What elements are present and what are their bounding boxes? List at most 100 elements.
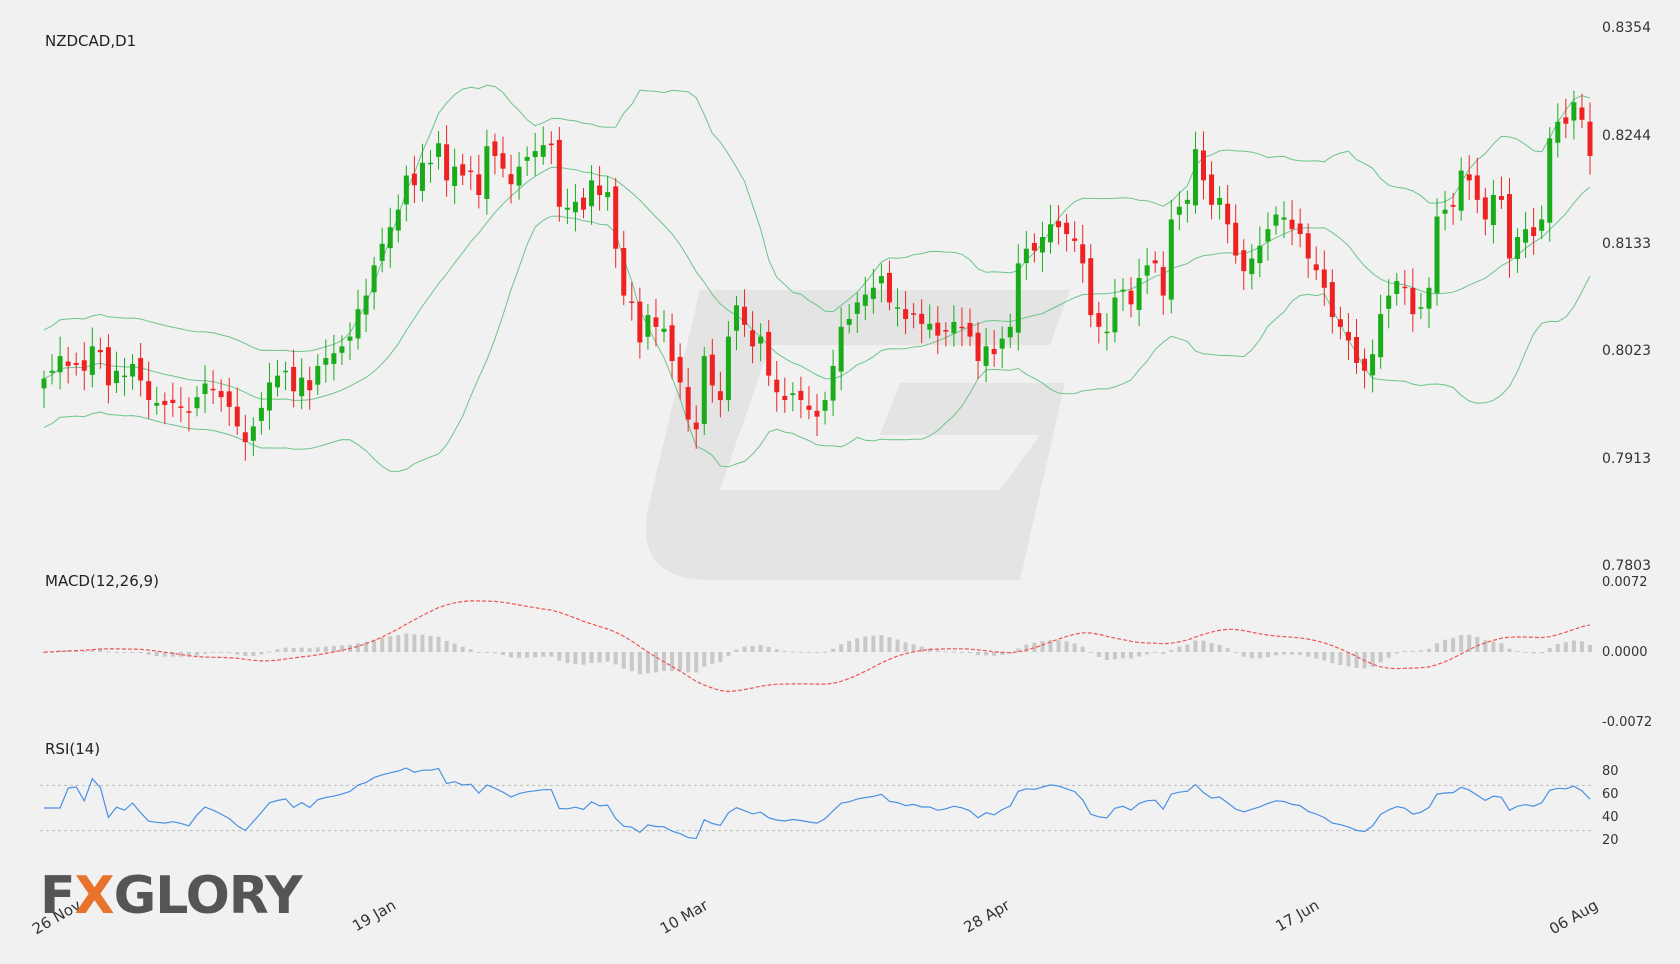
macd-histogram-bar	[1282, 652, 1287, 655]
candle-body	[758, 336, 764, 344]
candle-body	[637, 301, 643, 343]
price-tick-label: 0.8133	[1602, 236, 1651, 252]
macd-histogram-bar	[404, 633, 409, 652]
symbol-title: NZDCAD,D1	[45, 32, 137, 50]
macd-tick-label: 0.0072	[1602, 575, 1648, 590]
candle-body	[1329, 282, 1335, 318]
macd-histogram-bar	[436, 636, 441, 652]
candle-body	[162, 400, 168, 405]
macd-histogram-bar	[219, 652, 224, 653]
candle-body	[258, 407, 264, 421]
macd-histogram-bar	[597, 652, 602, 663]
candle-body	[1579, 107, 1585, 120]
candle-body	[468, 170, 474, 173]
candle-body	[1345, 331, 1351, 341]
macd-histogram-bar	[1265, 652, 1270, 658]
macd-histogram-bar	[468, 649, 473, 652]
macd-histogram-bar	[790, 651, 795, 653]
candle-body	[492, 141, 498, 156]
macd-histogram-bar	[444, 640, 449, 652]
candle-body	[291, 366, 297, 392]
candle-body	[1168, 219, 1174, 300]
candle-body	[411, 173, 417, 186]
candle-body	[709, 354, 715, 386]
candle-body	[1410, 287, 1416, 315]
candle-body	[395, 209, 401, 231]
macd-histogram-bar	[935, 650, 940, 652]
candle-body	[1023, 248, 1029, 264]
candle-body	[73, 362, 79, 365]
macd-histogram-bar	[251, 652, 256, 656]
candle-body	[1104, 331, 1110, 334]
candle-body	[983, 346, 989, 366]
candle-body	[170, 399, 176, 403]
logo-text: GLORY	[113, 866, 303, 926]
candle-body	[605, 192, 611, 198]
macd-histogram-bar	[1088, 652, 1093, 653]
macd-histogram-bar	[1563, 642, 1568, 652]
candle-body	[1378, 314, 1384, 358]
candle-body	[1176, 206, 1182, 215]
macd-histogram-bar	[106, 651, 111, 653]
macd-histogram-bar	[863, 636, 868, 652]
macd-histogram-bar	[380, 637, 385, 652]
candle-body	[1531, 227, 1537, 237]
macd-histogram-bar	[1129, 652, 1134, 659]
macd-histogram-bar	[517, 652, 522, 658]
candle-body	[1458, 170, 1464, 211]
candle-body	[210, 388, 216, 391]
candle-body	[146, 381, 152, 401]
macd-histogram-bar	[1483, 640, 1488, 652]
macd-histogram-bar	[1249, 652, 1254, 659]
macd-histogram-bar	[1209, 643, 1214, 652]
macd-histogram-bar	[1032, 642, 1037, 652]
macd-histogram-bar	[943, 651, 948, 653]
macd-histogram-bar	[653, 652, 658, 673]
candle-body	[331, 353, 337, 364]
candle-body	[597, 185, 603, 196]
price-tick-label: 0.7913	[1602, 451, 1651, 467]
macd-histogram-bar	[388, 636, 393, 652]
candle-body	[1088, 258, 1094, 316]
candle-body	[57, 356, 63, 373]
macd-histogram-bar	[259, 652, 264, 655]
macd-histogram-bar	[1394, 652, 1399, 654]
candle-body	[1007, 326, 1013, 338]
candle-body	[444, 144, 450, 181]
candle-body	[1112, 297, 1118, 333]
macd-histogram-bar	[831, 648, 836, 652]
macd-histogram-bar	[774, 649, 779, 652]
candle-body	[1321, 269, 1327, 288]
candle-body	[379, 243, 385, 261]
macd-histogram-bar	[307, 648, 312, 652]
macd-histogram-bar	[589, 652, 594, 663]
candle-body	[130, 363, 136, 377]
macd-histogram-bar	[1354, 652, 1359, 668]
candle-body	[1184, 199, 1190, 204]
candle-body	[1353, 336, 1359, 363]
candle-body	[1048, 224, 1054, 243]
rsi-tick-label: 60	[1602, 787, 1619, 802]
candle-body	[1394, 280, 1400, 294]
candle-body	[548, 143, 554, 146]
candle-body	[613, 186, 619, 249]
candle-body	[556, 139, 562, 207]
macd-histogram-bar	[227, 652, 232, 654]
candle-body	[967, 322, 973, 337]
macd-histogram-bar	[1072, 643, 1077, 652]
candle-body	[1281, 217, 1287, 220]
macd-histogram-bar	[1096, 652, 1101, 657]
candle-body	[1490, 195, 1496, 226]
candle-body	[1064, 222, 1070, 235]
macd-histogram-bar	[1330, 652, 1335, 664]
candle-body	[275, 375, 281, 388]
macd-histogram-bar	[1040, 641, 1045, 652]
candle-body	[798, 390, 804, 401]
macd-histogram-bar	[742, 646, 747, 652]
candle-body	[822, 400, 828, 411]
candle-body	[218, 391, 224, 398]
macd-histogram-bar	[815, 652, 819, 653]
macd-histogram-bar	[98, 649, 103, 652]
candle-body	[154, 402, 160, 406]
macd-histogram-bar	[1491, 641, 1496, 652]
